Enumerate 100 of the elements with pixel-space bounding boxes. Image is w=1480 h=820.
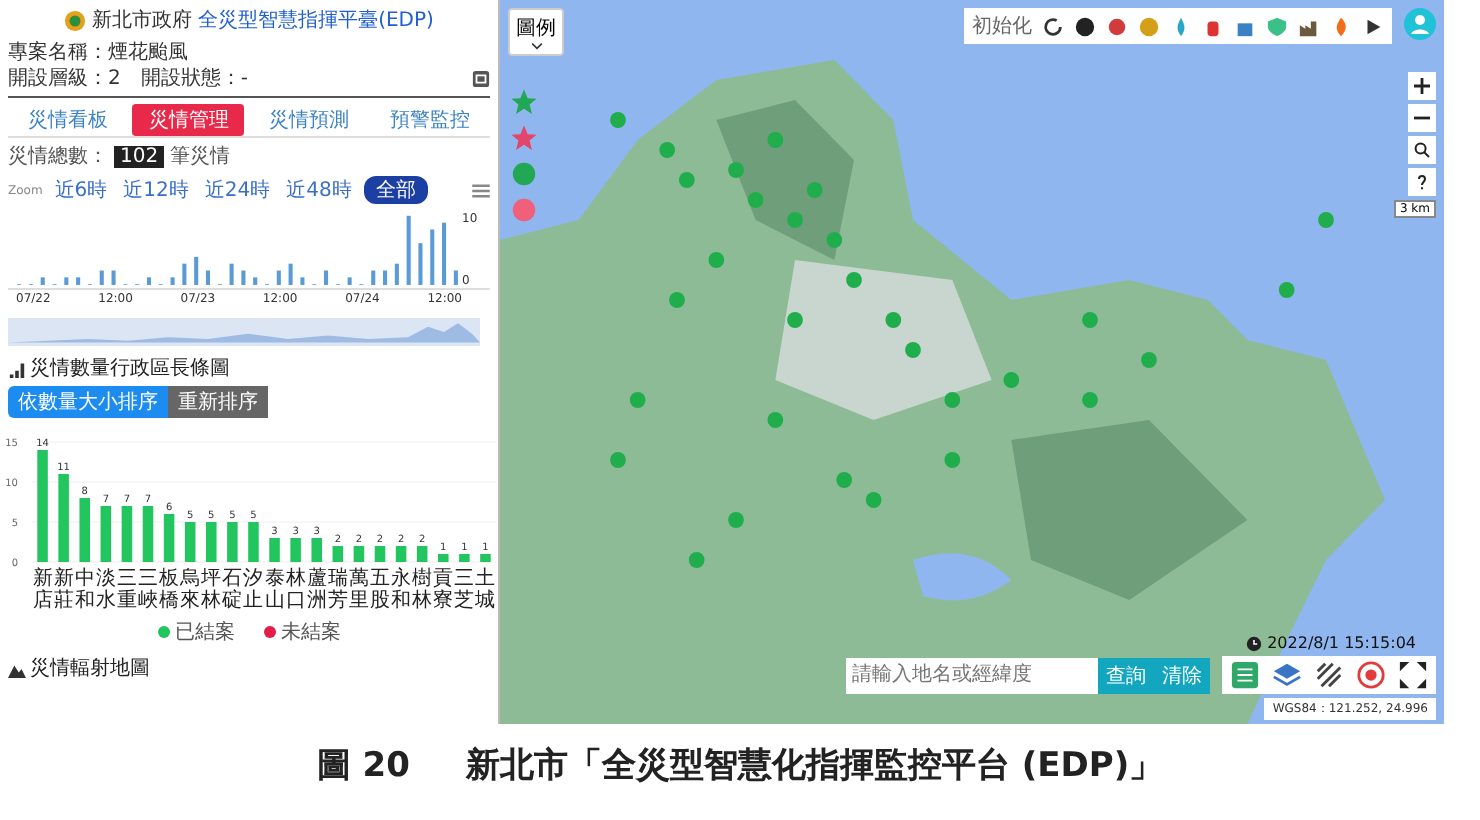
reservoir-area — [913, 553, 1012, 601]
circle-icon — [510, 160, 538, 188]
search-action-button[interactable]: 清除 — [1154, 657, 1210, 693]
axis-label: 三峽 — [138, 568, 158, 612]
layers-icon[interactable] — [1272, 660, 1302, 690]
axis-label: 新店 — [32, 568, 53, 612]
zoom-option[interactable]: 近24時 — [200, 176, 275, 204]
legend-label: 未結案 — [281, 619, 341, 646]
figure-caption: 新北市「全災型智慧化指揮監控平台 (EDP)」 — [465, 744, 1164, 788]
sort-button[interactable]: 重新排序 — [168, 386, 268, 418]
search-action-button[interactable]: 查詢 — [1098, 657, 1154, 693]
section-title: 災情輻射地圖 — [30, 655, 150, 682]
map-marker[interactable] — [1082, 312, 1098, 328]
question-icon — [1414, 174, 1430, 190]
axis-label: 石碇 — [222, 568, 243, 612]
figure-number: 圖 20 — [316, 744, 410, 788]
axis-label: 三重 — [116, 568, 137, 612]
zoom-in-button[interactable] — [1408, 72, 1436, 100]
total-count: 102 — [114, 145, 165, 167]
toolbar-label: 初始化 — [972, 13, 1032, 40]
map-marker[interactable] — [836, 472, 853, 488]
target-icon[interactable] — [1356, 660, 1386, 690]
axis-label: 樹林 — [412, 568, 433, 612]
axis-label: 烏來 — [180, 568, 201, 612]
map-marker[interactable] — [826, 232, 843, 248]
axis-label: 坪林 — [201, 568, 222, 612]
map-marker[interactable] — [944, 452, 961, 468]
map-marker[interactable] — [865, 492, 882, 508]
timestamp: 2022/8/1 15:15:04 — [1267, 634, 1416, 652]
tab[interactable]: 災情看板 — [12, 104, 125, 136]
zoom-option[interactable]: 近48時 — [282, 176, 356, 204]
tab[interactable]: 災情管理 — [132, 104, 245, 136]
map-marker[interactable] — [1003, 372, 1020, 388]
tab[interactable]: 預警監控 — [373, 104, 486, 136]
map-marker[interactable] — [787, 212, 803, 228]
search-button[interactable] — [1408, 136, 1436, 164]
map-marker[interactable] — [688, 552, 705, 568]
map-marker[interactable] — [747, 192, 764, 208]
axis-label: 汐止 — [243, 568, 264, 612]
shield-icon[interactable] — [1266, 15, 1288, 37]
caret-icon — [529, 42, 543, 50]
map-marker[interactable] — [708, 252, 725, 268]
axis-label: 五股 — [370, 568, 390, 612]
map-marker[interactable] — [1141, 352, 1157, 368]
map-marker[interactable] — [767, 132, 784, 148]
map-marker[interactable] — [1318, 212, 1334, 228]
section-title: 災情數量行政區長條圖 — [30, 355, 230, 382]
tab[interactable]: 災情預測 — [253, 104, 366, 136]
map-marker[interactable] — [787, 312, 803, 328]
fullscreen-icon[interactable] — [1398, 660, 1428, 690]
map-marker[interactable] — [669, 292, 685, 308]
zoom-option[interactable]: 全部 — [363, 176, 428, 204]
location-search-field[interactable]: 請輸入地名或經緯度 — [846, 657, 1098, 693]
range-navigator[interactable] — [8, 318, 480, 346]
bar-chart-icon — [8, 359, 26, 377]
axis-label: 中和 — [74, 568, 95, 612]
axis-label: 萬里 — [348, 568, 369, 612]
map-marker[interactable] — [885, 312, 902, 328]
sort-button[interactable]: 依數量大小排序 — [8, 386, 168, 418]
map-marker[interactable] — [728, 512, 744, 528]
user-icon[interactable] — [1404, 8, 1436, 40]
map-marker[interactable] — [944, 392, 961, 408]
level-label: 開設層級：2 — [8, 66, 121, 92]
zoom-option[interactable]: 近6時 — [50, 176, 112, 204]
legend-dropdown[interactable]: 圖例 — [508, 8, 564, 56]
map-marker[interactable] — [846, 272, 862, 288]
stripes-icon[interactable] — [1314, 660, 1344, 690]
axis-label: 蘆洲 — [306, 568, 327, 612]
axis-label: 林口 — [285, 568, 306, 612]
clock-icon — [1245, 635, 1262, 651]
axis-label: 板橋 — [159, 568, 180, 612]
total-unit: 筆災情 — [170, 143, 231, 170]
play-icon[interactable] — [1362, 15, 1384, 37]
map-marker[interactable] — [678, 172, 695, 188]
map-marker[interactable] — [806, 182, 823, 198]
map-marker[interactable] — [728, 162, 744, 178]
menu-icon[interactable] — [472, 183, 490, 197]
map-marker[interactable] — [1082, 392, 1098, 408]
zoom-out-button[interactable] — [1408, 104, 1436, 132]
help-button[interactable] — [1408, 168, 1436, 196]
map-marker[interactable] — [610, 112, 626, 128]
axis-label: 貢寮 — [433, 568, 454, 612]
map-marker[interactable] — [659, 142, 676, 158]
refresh-icon[interactable] — [1042, 15, 1064, 37]
axis-label: 泰山 — [264, 568, 285, 612]
map-marker[interactable] — [905, 342, 921, 358]
status-label: 開設狀態：- — [140, 66, 248, 92]
map-marker[interactable] — [610, 452, 626, 468]
grid-layer-icon[interactable] — [1230, 660, 1260, 690]
zoom-option[interactable]: 近12時 — [119, 176, 193, 204]
circle-icon — [510, 196, 538, 224]
map-marker[interactable] — [767, 412, 784, 428]
project-name: 專案名稱：煙花颱風 — [8, 40, 190, 66]
emblem-icon — [64, 9, 87, 31]
map-marker[interactable] — [629, 392, 646, 408]
axis-label: 三芝 — [454, 568, 475, 612]
search-icon — [1414, 142, 1430, 158]
map-marker[interactable] — [1278, 282, 1295, 298]
total-label: 災情總數： — [8, 143, 108, 170]
collapse-icon[interactable] — [472, 70, 490, 88]
